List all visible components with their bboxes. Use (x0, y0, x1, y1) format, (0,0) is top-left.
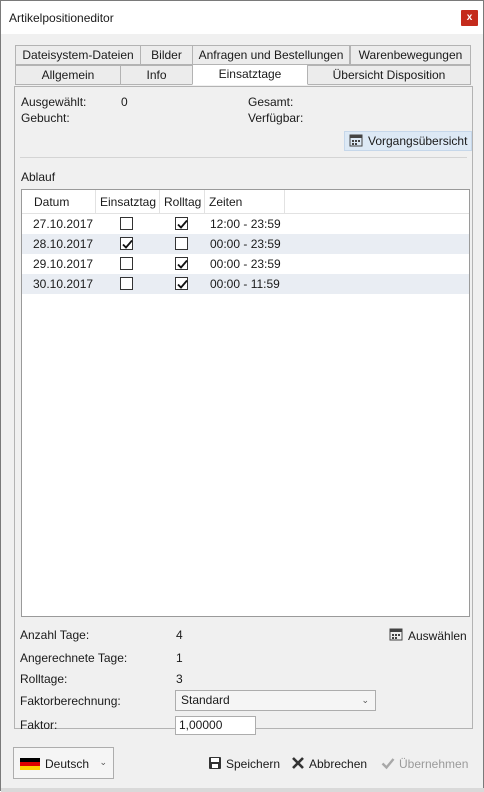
faktorberechnung-value: Standard (181, 693, 230, 707)
vorgangsuebersicht-label: Vorgangsübersicht (368, 134, 468, 148)
angerechnete-tage-label: Angerechnete Tage: (20, 651, 128, 665)
floppy-disk-icon (208, 756, 222, 773)
calendar-icon (349, 133, 363, 150)
tab-allgemein[interactable]: Allgemein (15, 65, 121, 85)
divider (20, 157, 467, 158)
chevron-down-icon: ⌄ (361, 695, 369, 705)
calendar-icon (389, 627, 403, 644)
verfuegbar-label: Verfügbar: (248, 111, 304, 125)
cancel-label: Abbrechen (309, 757, 368, 771)
cell-zeiten: 00:00 - 23:59 (210, 257, 281, 271)
title-bar: Artikelpositioneditor x (1, 1, 483, 34)
ablauf-label: Ablauf (21, 170, 56, 184)
auswaehlen-button[interactable]: Auswählen (389, 627, 467, 644)
anzahl-tage-label: Anzahl Tage: (20, 628, 90, 642)
rolltag-checkbox[interactable] (175, 257, 188, 270)
angerechnete-tage-value: 1 (176, 651, 183, 665)
column-header-zeiten[interactable]: Zeiten (205, 190, 285, 214)
rolltag-checkbox[interactable] (175, 237, 188, 250)
auswaehlen-label: Auswählen (408, 628, 467, 643)
tab-dateisystem-dateien[interactable]: Dateisystem-Dateien (15, 45, 141, 65)
save-button[interactable]: Speichern (208, 756, 280, 772)
language-value: Deutsch (45, 757, 90, 771)
faktorberechnung-label: Faktorberechnung: (20, 694, 121, 708)
vorgangsuebersicht-button[interactable]: Vorgangsübersicht (344, 131, 473, 151)
cell-datum: 30.10.2017 (33, 277, 94, 291)
cell-zeiten: 00:00 - 11:59 (210, 277, 280, 291)
save-label: Speichern (226, 757, 281, 771)
cell-zeiten: 00:00 - 23:59 (210, 237, 281, 251)
einsatztag-checkbox[interactable] (120, 277, 133, 290)
apply-button[interactable]: Übernehmen (381, 756, 468, 772)
einsatztag-checkbox[interactable] (120, 237, 133, 250)
cell-datum: 29.10.2017 (33, 257, 94, 271)
column-header-rolltag[interactable]: Rolltag (160, 190, 205, 214)
german-flag-icon (20, 758, 40, 770)
x-icon (291, 756, 305, 773)
einsatztag-checkbox[interactable] (120, 217, 133, 230)
rolltag-checkbox[interactable] (175, 277, 188, 290)
column-header-einsatztag[interactable]: Einsatztag (96, 190, 160, 214)
table-row[interactable]: 29.10.2017 00:00 - 23:59 (22, 254, 469, 274)
window-title: Artikelpositioneditor (9, 11, 114, 25)
tab-info[interactable]: Info (120, 65, 193, 85)
tab-bilder[interactable]: Bilder (140, 45, 193, 65)
anzahl-tage-value: 4 (176, 628, 183, 642)
cell-datum: 27.10.2017 (33, 217, 94, 231)
language-select[interactable]: Deutsch ⌄ (13, 747, 114, 779)
apply-label: Übernehmen (399, 757, 469, 771)
checkmark-icon (381, 756, 395, 773)
column-header-datum[interactable]: Datum (30, 190, 96, 214)
ausgewaehlt-value: 0 (121, 95, 128, 109)
close-button[interactable]: x (461, 10, 478, 26)
rolltage-value: 3 (176, 672, 183, 686)
ausgewaehlt-label: Ausgewählt: (21, 95, 87, 109)
cancel-button[interactable]: Abbrechen (291, 756, 367, 772)
gesamt-label: Gesamt: (248, 95, 294, 109)
editor-window: Artikelpositioneditor x Dateisystem-Date… (0, 0, 484, 792)
table-row[interactable]: 28.10.2017 00:00 - 23:59 (22, 234, 469, 254)
grid-header: Datum Einsatztag Rolltag Zeiten (22, 190, 469, 214)
ablauf-grid[interactable]: Datum Einsatztag Rolltag Zeiten 27.10.20… (21, 189, 470, 617)
cell-zeiten: 12:00 - 23:59 (210, 217, 281, 231)
rolltag-checkbox[interactable] (175, 217, 188, 230)
rolltage-label: Rolltage: (20, 672, 68, 686)
cell-datum: 28.10.2017 (33, 237, 94, 251)
tab-anfragen-und-bestellungen[interactable]: Anfragen und Bestellungen (192, 45, 350, 65)
einsatztag-checkbox[interactable] (120, 257, 133, 270)
faktorberechnung-select[interactable]: Standard ⌄ (175, 690, 376, 711)
tab-uebersicht-disposition[interactable]: Übersicht Disposition (307, 65, 471, 85)
faktor-label: Faktor: (20, 718, 58, 732)
table-row[interactable]: 27.10.2017 12:00 - 23:59 (22, 214, 469, 234)
tab-einsatztage[interactable]: Einsatztage (192, 64, 308, 85)
chevron-down-icon: ⌄ (99, 757, 107, 767)
taskbar-strip (1, 788, 484, 792)
table-row[interactable]: 30.10.2017 00:00 - 11:59 (22, 274, 469, 294)
tab-warenbewegungen[interactable]: Warenbewegungen (350, 45, 471, 65)
gebucht-label: Gebucht: (21, 111, 70, 125)
faktor-input[interactable]: 1,00000 (175, 716, 256, 735)
